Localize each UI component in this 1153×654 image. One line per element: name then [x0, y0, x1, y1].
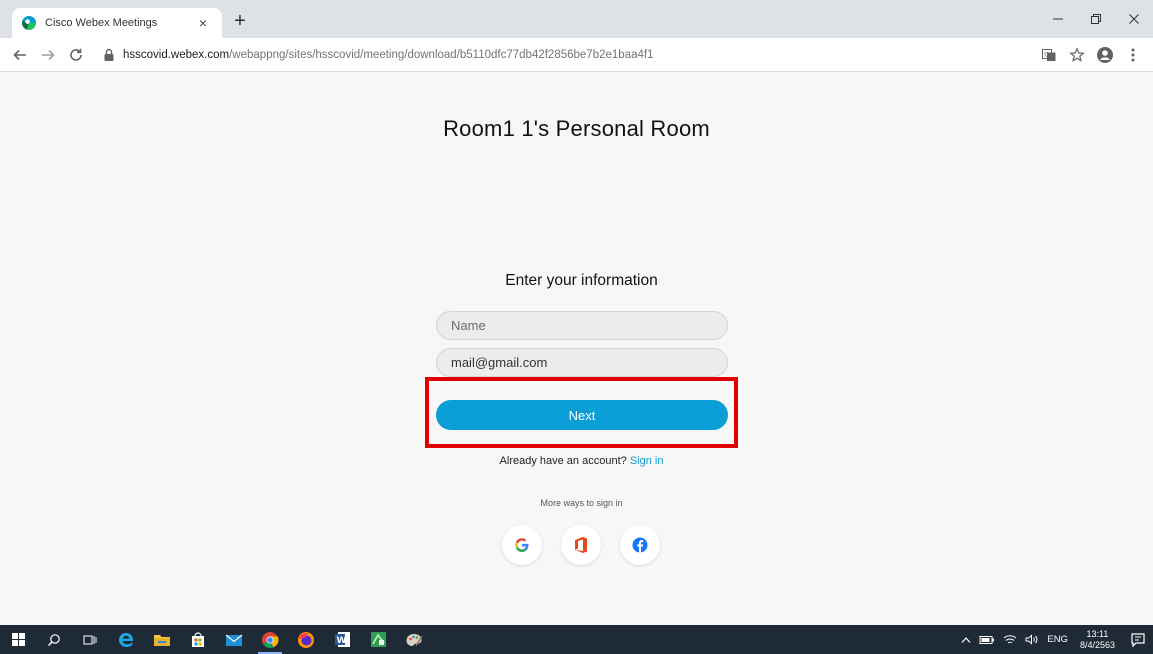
search-icon[interactable] [36, 625, 72, 654]
form-heading: Enter your information [505, 272, 658, 289]
wifi-icon[interactable] [999, 634, 1021, 645]
sign-in-link[interactable]: Sign in [630, 455, 664, 467]
notification-icon[interactable] [1123, 632, 1153, 648]
google-sign-in-button[interactable] [502, 525, 542, 565]
volume-icon[interactable] [1021, 634, 1043, 645]
name-input[interactable] [436, 311, 728, 340]
clock-date: 8/4/2563 [1079, 639, 1115, 650]
google-icon [515, 538, 529, 552]
facebook-sign-in-button[interactable] [620, 525, 660, 565]
browser-tab-bar: Cisco Webex Meetings × + [0, 0, 1153, 38]
next-button[interactable]: Next [436, 400, 728, 430]
file-explorer-icon[interactable] [144, 625, 180, 654]
svg-text:W: W [336, 636, 346, 646]
office-icon [575, 537, 587, 553]
lock-icon [104, 48, 114, 61]
restore-icon[interactable] [1077, 0, 1115, 38]
reload-icon[interactable] [64, 43, 88, 67]
paint-app-icon[interactable] [360, 625, 396, 654]
url-host: hsscovid.webex.com [123, 49, 230, 61]
page-title: Room1 1's Personal Room [443, 116, 710, 141]
toolbar-actions: G [1037, 43, 1145, 67]
clock-time: 13:11 [1086, 628, 1109, 639]
email-input[interactable] [436, 348, 728, 377]
address-bar[interactable]: hsscovid.webex.com /webappng/sites/hssco… [103, 45, 653, 65]
minimize-icon[interactable] [1039, 0, 1077, 38]
chrome-icon[interactable] [252, 625, 288, 654]
office-sign-in-button[interactable] [561, 525, 601, 565]
windows-start-icon[interactable] [0, 625, 36, 654]
forward-arrow-icon[interactable] [36, 43, 60, 67]
battery-icon[interactable] [975, 635, 999, 645]
system-tray: ENG 13:11 8/4/2563 [957, 625, 1153, 654]
window-controls [1039, 0, 1153, 38]
facebook-icon [632, 537, 648, 553]
task-view-icon[interactable] [72, 625, 108, 654]
webex-favicon-icon [22, 16, 36, 30]
profile-icon[interactable] [1093, 43, 1117, 67]
menu-dots-icon[interactable] [1121, 43, 1145, 67]
tab-title: Cisco Webex Meetings [45, 17, 158, 29]
browser-tab[interactable]: Cisco Webex Meetings × [12, 8, 222, 38]
chevron-up-icon[interactable] [957, 636, 975, 644]
word-icon[interactable]: W [324, 625, 360, 654]
account-prompt: Already have an account? [499, 455, 627, 467]
bookmark-star-icon[interactable] [1065, 43, 1089, 67]
windows-taskbar: W ENG 13:11 8/4/2563 [0, 625, 1153, 654]
mail-icon[interactable] [216, 625, 252, 654]
store-icon[interactable] [180, 625, 216, 654]
translate-icon[interactable]: G [1037, 43, 1061, 67]
new-tab-button[interactable]: + [228, 10, 252, 34]
tab-close-icon[interactable]: × [194, 14, 212, 32]
edge-icon[interactable] [108, 625, 144, 654]
language-indicator[interactable]: ENG [1043, 634, 1072, 645]
page-content: Room1 1's Personal Room Enter your infor… [0, 73, 1153, 625]
back-arrow-icon[interactable] [8, 43, 32, 67]
browser-toolbar: hsscovid.webex.com /webappng/sites/hssco… [0, 38, 1153, 72]
firefox-icon[interactable] [288, 625, 324, 654]
more-ways-label: More ways to sign in [540, 498, 623, 508]
close-window-icon[interactable] [1115, 0, 1153, 38]
paint-palette-icon[interactable] [396, 625, 432, 654]
clock[interactable]: 13:11 8/4/2563 [1072, 629, 1123, 651]
svg-text:G: G [1044, 52, 1049, 59]
social-sign-in-row [502, 525, 660, 565]
account-prompt-line: Already have an account? Sign in [0, 455, 1153, 467]
url-path: /webappng/sites/hsscovid/meeting/downloa… [229, 49, 654, 61]
